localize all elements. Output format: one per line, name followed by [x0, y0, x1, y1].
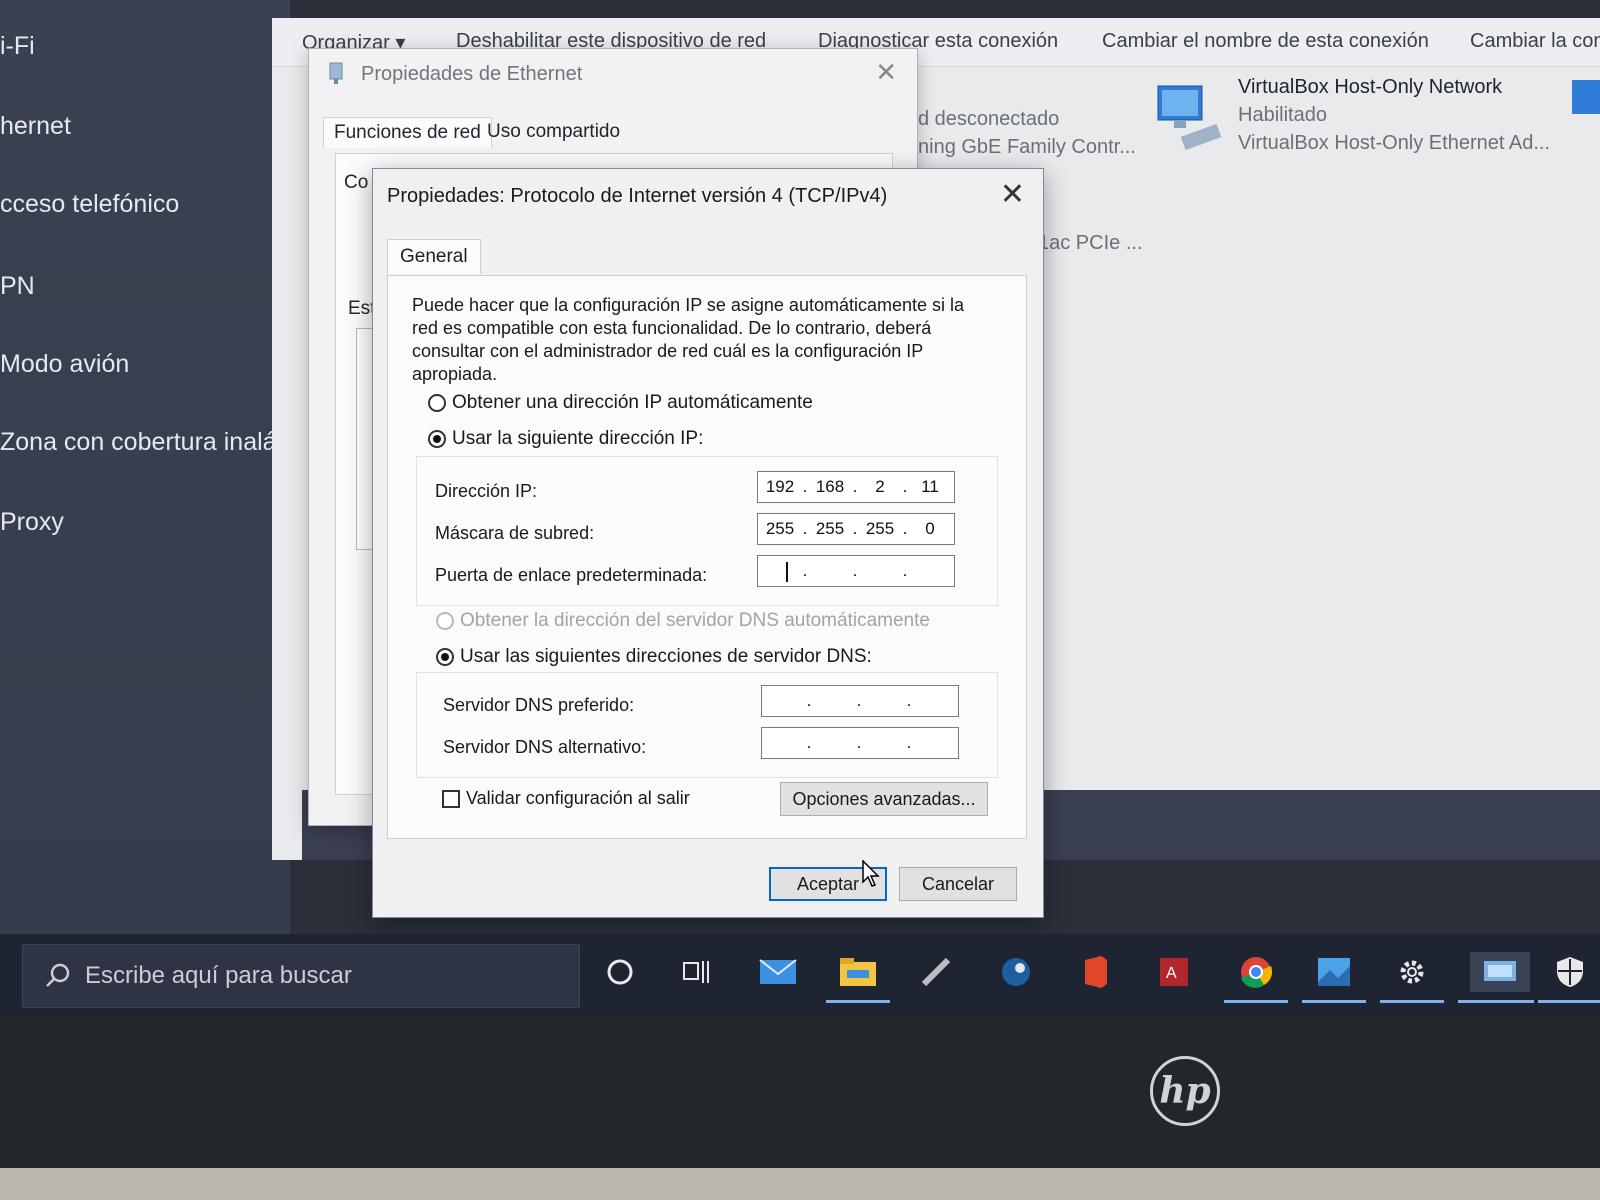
- active-app-indicator: [1302, 1000, 1366, 1003]
- active-app-indicator: [1538, 1000, 1600, 1003]
- subnet-octet: 255: [865, 519, 895, 538]
- cortana-icon[interactable]: [600, 952, 640, 992]
- sidebar-item-proxy[interactable]: Proxy: [0, 508, 64, 537]
- ip-octet: 11: [921, 477, 939, 496]
- subnet-mask-label: Máscara de subred:: [435, 523, 595, 543]
- pen-icon[interactable]: [916, 952, 956, 992]
- subnet-octet: 255: [815, 519, 845, 538]
- connection-status: Habilitado: [1238, 104, 1327, 126]
- validate-on-exit[interactable]: Validar configuración al salir: [442, 788, 690, 809]
- gateway-field[interactable]: . . .: [757, 555, 955, 587]
- dns-alternate-label: Servidor DNS alternativo:: [443, 737, 647, 757]
- dns-auto-radio[interactable]: Obtener la dirección del servidor DNS au…: [436, 610, 930, 632]
- radio-button[interactable]: [428, 394, 446, 412]
- dns-manual-radio[interactable]: Usar las siguientes direcciones de servi…: [436, 646, 872, 668]
- ip-octet: 168: [815, 477, 845, 496]
- validate-label: Validar configuración al salir: [466, 788, 690, 808]
- description-text: Puede hacer que la configuración IP se a…: [412, 295, 965, 384]
- ip-auto-radio[interactable]: Obtener una dirección IP automáticamente: [428, 392, 813, 414]
- ip-auto-label: Obtener una dirección IP automáticamente: [452, 392, 813, 413]
- dns-settings-group: Servidor DNS preferido: . . . Servidor D…: [416, 672, 998, 778]
- radio-button[interactable]: [436, 648, 454, 666]
- access-icon[interactable]: A: [1154, 952, 1194, 992]
- ip-manual-label: Usar la siguiente dirección IP:: [452, 428, 704, 449]
- file-explorer-icon[interactable]: [838, 952, 878, 992]
- ip-address-field[interactable]: 192. 168. 2. 11: [757, 471, 955, 503]
- search-icon: [46, 963, 70, 987]
- cancel-button[interactable]: Cancelar: [899, 867, 1017, 901]
- chrome-icon[interactable]: [1236, 952, 1276, 992]
- connection-status: d desconectado: [918, 108, 1060, 130]
- dns-manual-label: Usar las siguientes direcciones de servi…: [460, 646, 872, 667]
- sidebar-item-wifi[interactable]: i-Fi: [0, 32, 35, 61]
- tab-networking[interactable]: Funciones de red: [323, 117, 492, 148]
- network-adapter-icon: [1572, 80, 1600, 114]
- dns-auto-label: Obtener la dirección del servidor DNS au…: [460, 610, 930, 631]
- dialog-title: Propiedades: Protocolo de Internet versi…: [387, 185, 888, 207]
- text-caret: [786, 562, 788, 582]
- mail-icon[interactable]: [758, 952, 798, 992]
- steam-icon[interactable]: [996, 952, 1036, 992]
- subnet-octet: 255: [765, 519, 795, 538]
- sidebar-item-hotspot[interactable]: Zona con cobertura inalámb: [0, 428, 311, 457]
- settings-icon[interactable]: [1392, 952, 1432, 992]
- ip-address-label: Dirección IP:: [435, 481, 538, 501]
- sidebar-item-dialup[interactable]: cceso telefónico: [0, 190, 179, 219]
- close-icon[interactable]: ✕: [875, 57, 897, 88]
- sidebar-item-vpn[interactable]: PN: [0, 272, 35, 301]
- active-app-indicator: [826, 1000, 890, 1003]
- taskbar: Escribe aquí para buscar A: [0, 934, 1600, 1014]
- rename-connection-command[interactable]: Cambiar el nombre de esta conexión: [1102, 30, 1429, 53]
- tab-sharing[interactable]: Uso compartido: [477, 117, 630, 147]
- active-app-indicator: [1380, 1000, 1444, 1003]
- subnet-mask-field[interactable]: 255. 255. 255. 0: [757, 513, 955, 545]
- validate-checkbox[interactable]: [442, 789, 460, 808]
- taskbar-search[interactable]: Escribe aquí para buscar: [22, 944, 580, 1008]
- dns-preferred-field[interactable]: . . .: [761, 685, 959, 717]
- ip-settings-group: Dirección IP: 192. 168. 2. 11 Máscara de…: [416, 456, 998, 606]
- wifi-adapter-label: 1ac PCIe ...: [1038, 232, 1143, 254]
- ipv4-properties-dialog: Propiedades: Protocolo de Internet versi…: [372, 168, 1044, 918]
- svg-text:A: A: [1166, 965, 1177, 982]
- radio-button[interactable]: [428, 430, 446, 448]
- window-title: Propiedades de Ethernet: [361, 63, 583, 85]
- network-adapter-icon: [329, 62, 343, 84]
- connection-adapter: ning GbE Family Contr...: [918, 136, 1136, 158]
- ip-octet: 192: [765, 477, 795, 496]
- change-settings-command[interactable]: Cambiar la con: [1470, 30, 1600, 53]
- ip-octet: 2: [875, 477, 885, 496]
- sidebar-item-airplane-mode[interactable]: Modo avión: [0, 350, 129, 379]
- hp-logo: hp: [1150, 1056, 1220, 1126]
- close-icon[interactable]: ✕: [1000, 177, 1025, 212]
- connection-adapter: VirtualBox Host-Only Ethernet Ad...: [1238, 132, 1551, 154]
- task-view-icon[interactable]: [676, 952, 716, 992]
- advanced-options-button[interactable]: Opciones avanzadas...: [780, 782, 988, 816]
- active-app-indicator: [1224, 1000, 1288, 1003]
- tab-general[interactable]: General: [387, 239, 481, 274]
- photos-icon[interactable]: [1314, 952, 1354, 992]
- connect-using-label: Co: [344, 172, 369, 193]
- network-adapter-icon: [1157, 85, 1222, 151]
- laptop-edge: [0, 1168, 1600, 1200]
- settings-sidebar: i-Fi hernet cceso telefónico PN Modo avi…: [0, 0, 311, 960]
- ip-manual-radio[interactable]: Usar la siguiente dirección IP:: [428, 428, 703, 450]
- active-app-indicator: [1458, 1000, 1534, 1003]
- subnet-octet: 0: [925, 519, 935, 538]
- security-icon[interactable]: [1550, 952, 1590, 992]
- sidebar-item-ethernet[interactable]: hernet: [0, 112, 71, 141]
- connection-name: VirtualBox Host-Only Network: [1238, 76, 1503, 98]
- mouse-cursor-icon: [862, 860, 880, 887]
- office-icon[interactable]: [1076, 952, 1116, 992]
- search-placeholder: Escribe aquí para buscar: [85, 962, 352, 989]
- gateway-label: Puerta de enlace predeterminada:: [435, 565, 708, 585]
- radio-button[interactable]: [436, 612, 454, 630]
- dns-alternate-field[interactable]: . . .: [761, 727, 959, 759]
- network-connections-icon[interactable]: [1470, 952, 1530, 992]
- dns-preferred-label: Servidor DNS preferido:: [443, 695, 635, 715]
- general-panel: Puede hacer que la configuración IP se a…: [387, 275, 1027, 839]
